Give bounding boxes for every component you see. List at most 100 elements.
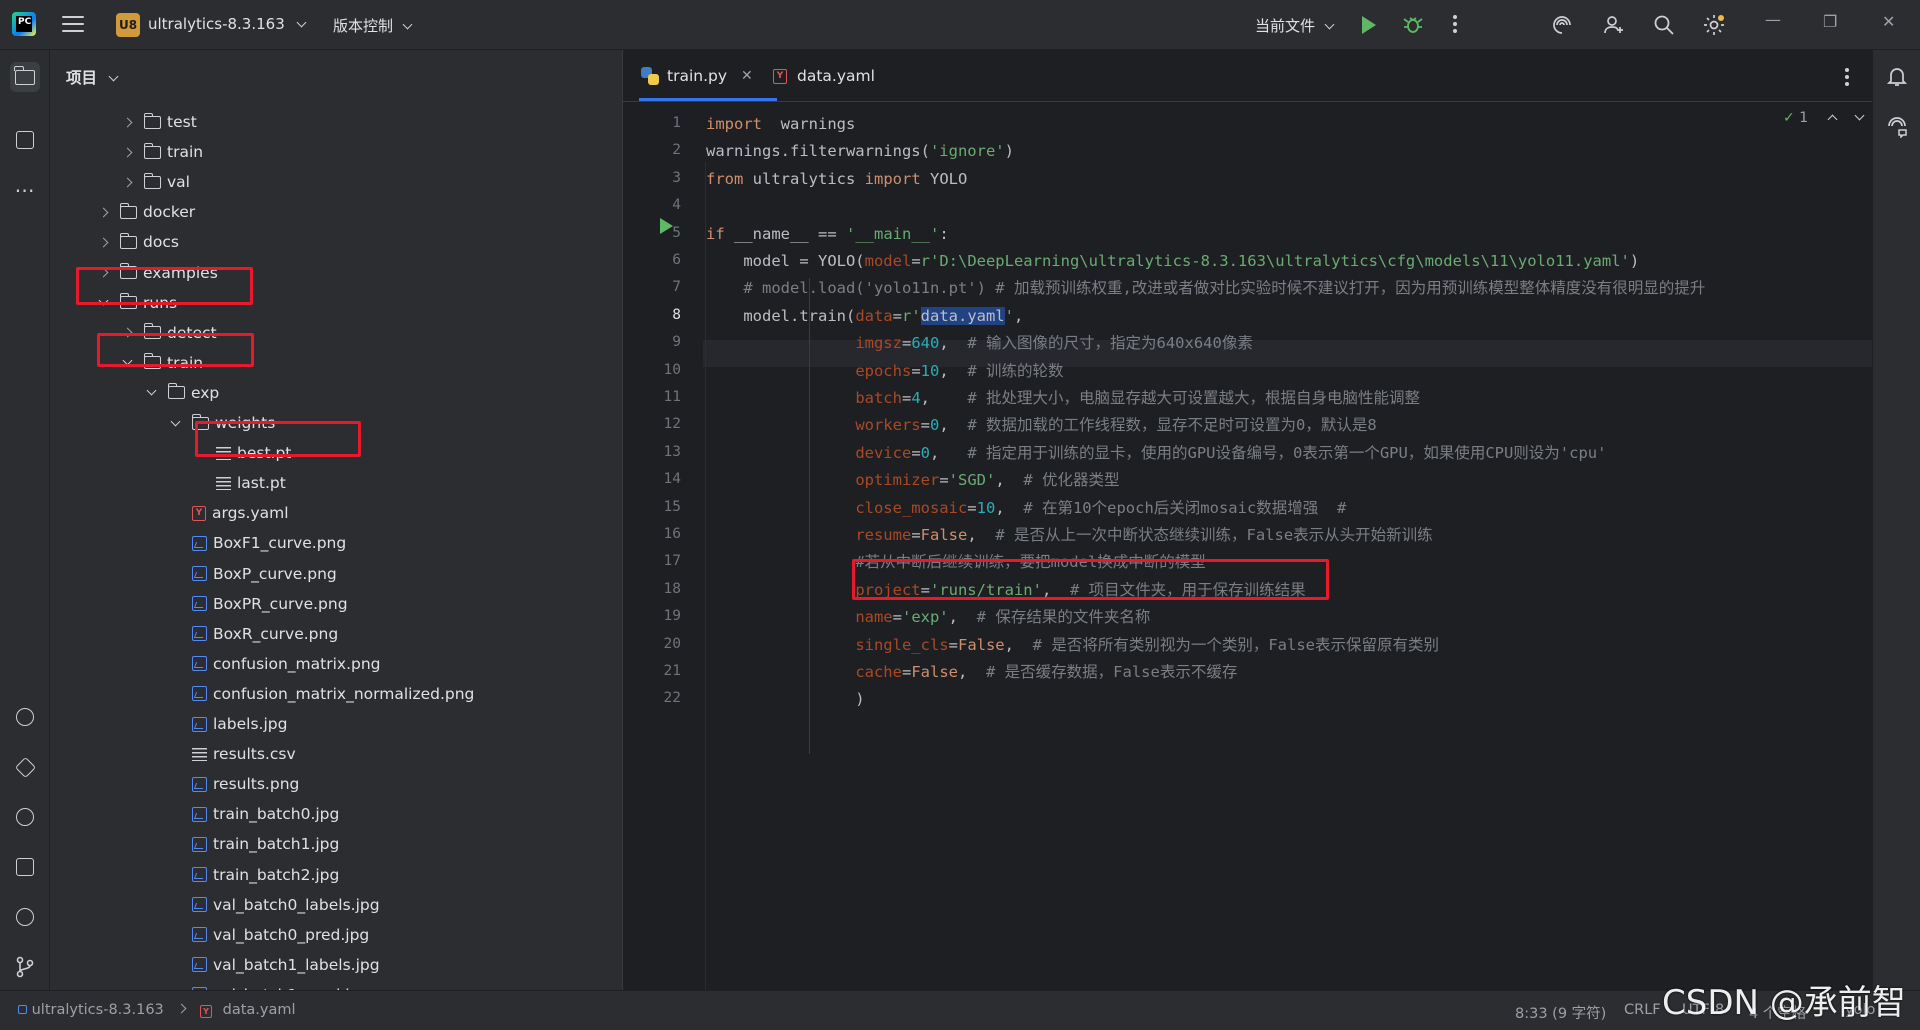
code-line[interactable]: close_mosaic=10, # 在第10个epoch后关闭mosaic数据… (706, 495, 1346, 522)
tree-file-row[interactable]: Yargs.yaml (50, 498, 610, 528)
tree-file-row[interactable]: BoxF1_curve.png (50, 528, 610, 558)
code-line[interactable]: import warnings (706, 111, 855, 138)
terminal-button[interactable] (10, 852, 40, 882)
structure-tool-button[interactable] (10, 125, 40, 155)
tree-folder-row[interactable]: val (50, 167, 610, 197)
breadcrumb-file[interactable]: data.yaml (223, 1002, 296, 1018)
chevron-right-icon[interactable] (96, 205, 110, 219)
chevron-right-icon[interactable] (120, 115, 134, 129)
project-tool-button[interactable] (10, 62, 40, 92)
tree-file-row[interactable]: results.csv (50, 739, 610, 769)
tab-train-py[interactable]: train.py ✕ (641, 50, 753, 102)
add-user-icon[interactable] (1602, 13, 1626, 37)
tree-file-row[interactable]: last.pt (50, 468, 610, 498)
tree-file-row[interactable]: BoxP_curve.png (50, 559, 610, 589)
chevron-right-icon[interactable] (96, 266, 110, 280)
tree-folder-row[interactable]: exp (50, 378, 610, 408)
chevron-down-icon[interactable] (144, 385, 158, 400)
tree-folder-row[interactable]: train (50, 348, 610, 378)
tree-folder-row[interactable]: docker (50, 197, 610, 227)
tree-folder-row[interactable]: test (50, 107, 610, 137)
code-line[interactable]: from ultralytics import YOLO (706, 166, 967, 193)
restore-icon[interactable]: ❐ (1823, 12, 1837, 31)
tree-file-row[interactable]: val_batch0_pred.jpg (50, 920, 610, 950)
git-button[interactable] (10, 952, 40, 982)
vcs-menu[interactable]: 版本控制 (333, 15, 413, 36)
tab-actions-icon[interactable] (1845, 68, 1849, 89)
tab-data-yaml[interactable]: Y data.yaml (773, 50, 875, 102)
tree-file-row[interactable]: best.pt (50, 438, 610, 468)
chevron-up-icon[interactable] (1827, 114, 1838, 125)
line-ending[interactable]: CRLF (1624, 1002, 1661, 1018)
chevron-down-icon[interactable] (1854, 110, 1865, 121)
tree-folder-row[interactable]: weights (50, 408, 610, 438)
more-actions-icon[interactable] (1453, 15, 1457, 36)
main-menu-icon[interactable] (62, 16, 84, 34)
code-line[interactable]: batch=4, # 批处理大小，电脑显存越大可设置越大，根据自身电脑性能调整 (706, 385, 1420, 412)
breadcrumb-project[interactable]: ultralytics-8.3.163 (32, 1002, 164, 1018)
tree-file-row[interactable]: confusion_matrix_normalized.png (50, 679, 610, 709)
code-line[interactable]: name='exp', # 保存结果的文件夹名称 (706, 604, 1150, 631)
run-tool-button[interactable] (10, 802, 40, 832)
services-button[interactable] (10, 752, 40, 782)
tree-file-row[interactable]: train_batch0.jpg (50, 799, 610, 829)
ai-assistant-icon[interactable] (1550, 13, 1574, 37)
run-config-selector[interactable]: 当前文件 (1255, 15, 1335, 36)
chevron-down-icon[interactable] (168, 416, 182, 430)
debug-icon[interactable] (1402, 13, 1424, 35)
project-switcher[interactable]: ultralytics-8.3.163 (148, 15, 306, 33)
tree-file-row[interactable]: val_batch0_labels.jpg (50, 890, 610, 920)
code-line[interactable]: # model.load('yolo11n.pt') # 加载预训练权重,改进或… (706, 275, 1705, 302)
tree-folder-row[interactable]: examples (50, 258, 610, 288)
project-view-selector[interactable]: 项目 (66, 66, 119, 88)
code-line[interactable]: warnings.filterwarnings('ignore') (706, 138, 1014, 165)
minimize-icon[interactable]: — (1765, 10, 1781, 29)
run-icon[interactable] (1362, 16, 1376, 34)
search-icon[interactable] (1652, 13, 1676, 37)
tree-file-row[interactable]: results.png (50, 769, 610, 799)
notifications-bell-icon[interactable] (1885, 64, 1909, 88)
close-icon[interactable]: ✕ (1882, 12, 1895, 31)
code-line[interactable]: project='runs/train', # 项目文件夹，用于保存训练结果 (706, 577, 1305, 604)
inspection-widget[interactable]: ✓ 1 (1783, 110, 1865, 126)
tree-folder-row[interactable]: docs (50, 227, 610, 257)
tree-file-row[interactable]: BoxR_curve.png (50, 619, 610, 649)
chevron-right-icon[interactable] (120, 175, 134, 189)
tree-folder-row[interactable]: detect (50, 318, 610, 348)
code-line[interactable]: if __name__ == '__main__': (706, 221, 949, 248)
code-area[interactable]: import warnings warnings.filterwarnings('… (623, 102, 1873, 990)
chevron-right-icon[interactable] (96, 235, 110, 249)
caret-position[interactable]: 8:33 (9 字符) (1515, 1002, 1606, 1023)
close-tab-icon[interactable]: ✕ (741, 68, 753, 84)
chevron-right-icon[interactable] (120, 145, 134, 159)
code-line[interactable]: device=0, # 指定用于训练的显卡，使用的GPU设备编号，0表示第一个G… (706, 440, 1606, 467)
tree-file-row[interactable]: val_batch1_labels.jpg (50, 950, 610, 980)
more-tools-icon[interactable]: ⋯ (10, 175, 40, 205)
tree-folder-row[interactable]: train (50, 137, 610, 167)
code-line[interactable]: workers=0, # 数据加载的工作线程数，显存不足时可设置为0，默认是8 (706, 412, 1376, 439)
tree-file-row[interactable]: val_batch1_pred.jpg (50, 980, 610, 990)
tree-folder-row[interactable]: runs (50, 288, 610, 318)
code-line[interactable]: #若从中断后继续训练，要把model换成中断的模型 (706, 549, 1206, 576)
tree-file-row[interactable]: labels.jpg (50, 709, 610, 739)
chevron-down-icon[interactable] (96, 295, 110, 310)
tree-file-row[interactable]: confusion_matrix.png (50, 649, 610, 679)
code-line[interactable]: single_cls=False, # 是否将所有类别视为一个类别，False表… (706, 632, 1439, 659)
code-line[interactable]: optimizer='SGD', # 优化器类型 (706, 467, 1119, 494)
code-line[interactable]: cache=False, # 是否缓存数据，False表示不缓存 (706, 659, 1237, 686)
problems-button[interactable] (10, 902, 40, 932)
settings-gear-icon[interactable] (1702, 13, 1726, 37)
tree-file-row[interactable]: train_batch2.jpg (50, 860, 610, 890)
code-line[interactable]: model.train(data=r'data.yaml', (706, 303, 1023, 330)
ai-chat-icon[interactable] (1885, 114, 1909, 139)
code-line[interactable]: ) (706, 686, 864, 713)
chevron-down-icon[interactable] (120, 355, 134, 370)
code-line[interactable]: imgsz=640, # 输入图像的尺寸，指定为640x640像素 (706, 330, 1253, 357)
tree-file-row[interactable]: BoxPR_curve.png (50, 589, 610, 619)
code-line[interactable]: resume=False, # 是否从上一次中断状态继续训练，False表示从头… (706, 522, 1432, 549)
code-line[interactable]: epochs=10, # 训练的轮数 (706, 358, 1063, 385)
chevron-right-icon[interactable] (120, 326, 134, 340)
tree-file-row[interactable]: train_batch1.jpg (50, 829, 610, 859)
code-line[interactable]: model = YOLO(model=r'D:\DeepLearning\ult… (706, 248, 1639, 275)
python-packages-button[interactable] (10, 702, 40, 732)
